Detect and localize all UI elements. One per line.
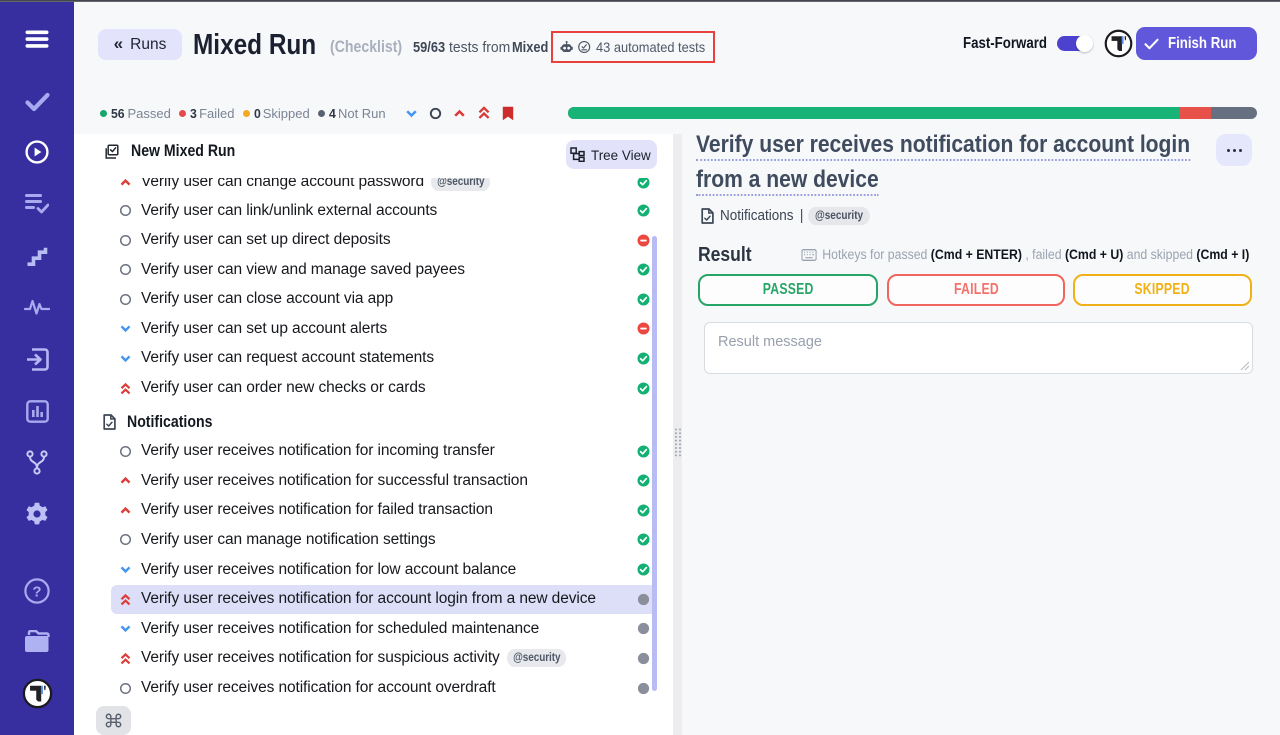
svg-text:?: ? [32,584,41,601]
